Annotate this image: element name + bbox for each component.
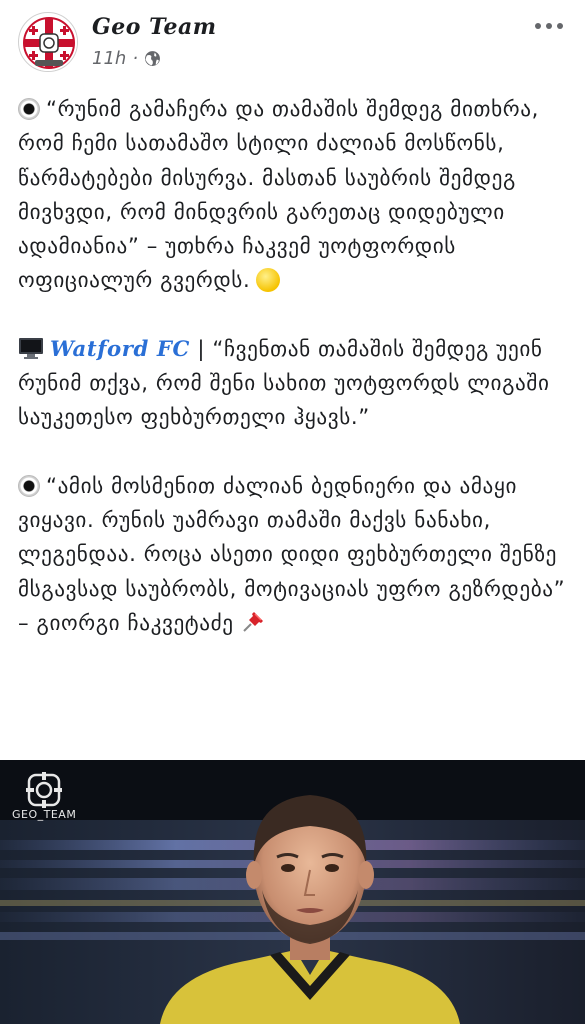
radio-button-emoji-icon (18, 474, 40, 497)
radio-button-emoji-icon (18, 98, 40, 120)
tv-emoji-icon (19, 337, 43, 359)
post-meta: 11h · (92, 48, 161, 69)
paragraph-2: Watford FC | “ჩვენთან თამაშის შემდეგ უეი… (18, 332, 570, 435)
paragraph-3-text: “ამის მოსმენით ძალიან ბედნიერი და ამაყი … (18, 472, 566, 635)
post-header: Geo Team 11h · (0, 0, 585, 84)
player-photo (0, 760, 585, 1024)
more-options-button[interactable] (529, 12, 569, 40)
facebook-post: Geo Team 11h · “რუნიმ გამაჩერა და თამაში… (0, 0, 585, 1024)
post-text: “რუნიმ გამაჩერა და თამაშის შემდეგ მითხრა… (18, 92, 570, 640)
globe-icon[interactable] (144, 50, 161, 67)
watford-fc-link[interactable]: Watford FC (50, 336, 190, 361)
paragraph-1: “რუნიმ გამაჩერა და თამაშის შემდეგ მითხრა… (18, 92, 570, 298)
more-dot (546, 23, 552, 29)
geo-team-logo (20, 14, 77, 71)
photo-watermark: GEO_TEAM (12, 772, 76, 821)
page-name[interactable]: Geo Team (92, 14, 217, 40)
geo-team-watermark-icon (26, 772, 63, 808)
page-avatar[interactable] (18, 12, 78, 72)
paragraph-3: “ამის მოსმენით ძალიან ბედნიერი და ამაყი … (18, 469, 570, 640)
more-dot (557, 23, 563, 29)
meta-separator: · (132, 48, 139, 69)
yellow-circle-emoji-icon (256, 268, 281, 293)
paragraph-1-text: “რუნიმ გამაჩერა და თამაშის შემდეგ მითხრა… (18, 96, 539, 293)
watermark-text: GEO_TEAM (12, 808, 77, 821)
pushpin-emoji-icon (242, 611, 263, 632)
post-timestamp[interactable]: 11h (92, 48, 126, 69)
paragraph-2-separator: | (189, 335, 213, 361)
more-dot (535, 23, 541, 29)
post-photo[interactable]: GEO_TEAM (0, 760, 585, 1024)
